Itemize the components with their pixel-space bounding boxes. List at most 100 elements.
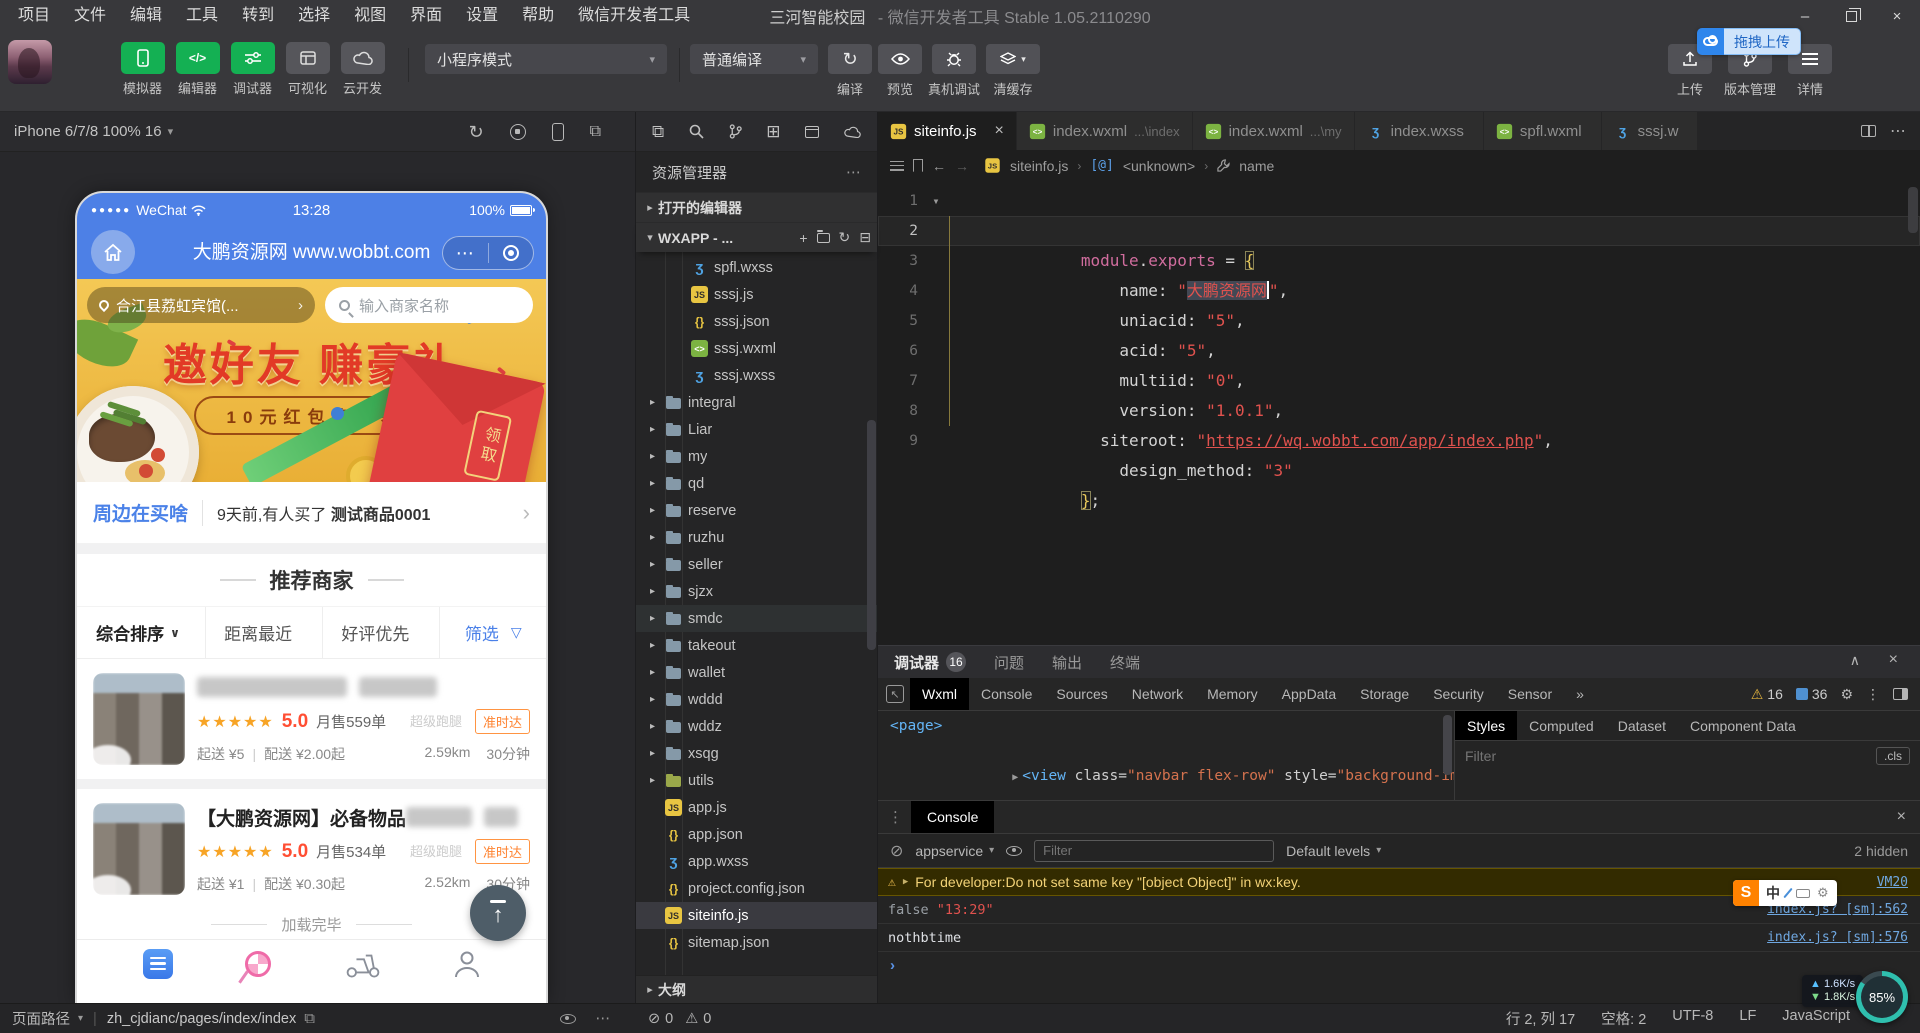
menu-item[interactable]: 转到 [230,0,286,32]
split-editor-icon[interactable] [1861,125,1876,137]
fold-icon[interactable] [926,366,946,396]
home-button[interactable] [91,230,135,274]
screenshot-icon[interactable]: ⧉ [590,124,601,140]
panel-tab[interactable]: 输出 [1052,652,1082,673]
grid-counter[interactable]: 36 [1796,686,1828,702]
collapse-panel-icon[interactable]: ∧ [1850,652,1860,669]
tree-item[interactable]: ▸ my [636,443,877,470]
tab-profile-icon[interactable] [454,950,480,978]
tree-item[interactable]: ▸ seller [636,551,877,578]
user-avatar[interactable] [8,40,52,84]
gear-icon[interactable]: ⚙ [1840,686,1853,703]
filter-tab[interactable]: 好评优先 [323,607,440,658]
breadcrumb-file[interactable]: siteinfo.js [1010,158,1068,174]
location-pill[interactable]: 合江县荔虹宾馆(... › [87,287,315,323]
tree-item[interactable]: siteinfo.js [636,902,877,929]
nearby-purchases-row[interactable]: 周边在买啥 9天前,有人买了 测试商品0001 › [77,482,546,544]
tree-item[interactable]: ▸ integral [636,389,877,416]
filter-tab[interactable]: 综合排序 ∨ [77,607,206,658]
record-icon[interactable] [489,245,534,261]
clear-console-icon[interactable]: ⊘ [890,841,903,861]
devtools-tab[interactable]: Storage [1348,678,1421,710]
new-folder-icon[interactable] [817,233,830,243]
promo-banner[interactable]: 合江县荔虹宾馆(... › 输入商家名称 邀好友 赚豪礼 10元红包等你领 [77,279,546,482]
bookmark-icon[interactable] [913,159,923,172]
cloud-dev-button[interactable]: 云开发 [338,42,387,97]
close-panel-icon[interactable]: × [1889,651,1898,669]
close-button[interactable]: × [1874,0,1920,32]
tree-item[interactable]: ▸ wddz [636,713,877,740]
menu-item[interactable]: 工具 [174,0,230,32]
new-file-icon[interactable]: + [799,230,807,246]
more-actions-icon[interactable]: ⋯ [1890,121,1906,141]
tree-item[interactable]: ▸ takeout [636,632,877,659]
inspect-element-icon[interactable]: ↖ [886,685,904,703]
styles-tab[interactable]: Styles [1455,711,1517,740]
code-editor[interactable]: 1 ▾ module.exports = { 2 name: "大鹏资源网", [878,181,1920,645]
tree-item[interactable]: sitemap.json [636,929,877,956]
menu-item[interactable]: 设置 [454,0,510,32]
devtools-tab[interactable]: Wxml [910,678,969,710]
expand-caret-icon[interactable]: ▶ [1012,772,1018,783]
compile-button[interactable]: ↻ 编译 [828,44,872,98]
menu-item[interactable]: 选择 [286,0,342,32]
styles-tab[interactable]: Computed [1517,711,1606,740]
tree-item[interactable]: ▸ smdc [636,605,877,632]
visual-toggle-button[interactable]: 可视化 [283,42,332,97]
styles-tab[interactable]: Component Data [1678,711,1808,740]
tree-item[interactable]: project.config.json [636,875,877,902]
editor-tab[interactable]: index.wxml ...\index [1017,112,1193,150]
tree-scrollbar[interactable] [867,420,876,650]
editor-tab[interactable]: siteinfo.js × [878,112,1017,150]
wxml-element-tree[interactable]: <page> ▶<view class="navbar flex-row" st… [878,711,1455,800]
netdisk-drag-upload-badge[interactable]: 拖拽上传 [1697,28,1801,55]
devtools-tab[interactable]: Sensor [1496,678,1564,710]
fold-icon[interactable] [926,426,946,456]
panel-tab[interactable]: 调试器 16 [894,652,966,673]
merchant-search-input[interactable]: 输入商家名称 [325,287,533,323]
tree-item[interactable]: ▸ Liar [636,416,877,443]
git-branch-icon[interactable] [729,124,742,139]
devtools-tab[interactable]: Network [1120,678,1195,710]
page-path-select[interactable]: 页面路径 [12,1008,70,1029]
tree-item[interactable]: ▸ utils [636,767,877,794]
restart-icon[interactable]: ↻ [468,123,483,141]
search-icon[interactable] [689,124,704,139]
filter-tab[interactable]: 筛选 ▽ [440,607,546,658]
fold-icon[interactable] [926,246,946,276]
source-link[interactable]: VM20 [1877,875,1908,890]
close-icon[interactable]: × [1897,808,1920,826]
devtools-tab[interactable]: AppData [1270,678,1348,710]
console-filter-input[interactable] [1034,840,1274,862]
memory-usage-badge[interactable]: 85% [1856,971,1908,1023]
merchant-card[interactable]: ★★★★★ 5.0 月售559单 超级跑腿准时达 起送 ¥5 [77,659,546,779]
compile-mode-select[interactable]: 普通编译▾ [690,44,818,74]
console-prompt[interactable]: › [878,952,1920,978]
tree-item[interactable]: sssj.wxml [636,335,877,362]
elements-scrollbar[interactable] [1443,715,1452,775]
fold-icon[interactable] [926,216,946,246]
forward-icon[interactable]: → [955,158,969,174]
menu-item[interactable]: 视图 [342,0,398,32]
tree-item[interactable]: app.json [636,821,877,848]
back-to-top-button[interactable]: ↑ [470,885,526,941]
devtools-tab[interactable]: Memory [1195,678,1270,710]
breadcrumb-symbol[interactable]: <unknown> [1123,158,1195,174]
tree-item[interactable]: sssj.json [636,308,877,335]
tab-home-icon[interactable] [143,949,173,979]
editor-toggle-button[interactable]: </> 编辑器 [173,42,222,97]
editor-scrollbar[interactable] [1908,187,1918,233]
fold-icon[interactable]: ▾ [926,186,946,216]
styles-tab[interactable]: Dataset [1606,711,1678,740]
menu-item[interactable]: 微信开发者工具 [566,0,702,32]
outline-section[interactable]: ▸ 大纲 [636,975,877,1003]
debugger-toggle-button[interactable]: 调试器 [228,42,277,97]
editor-tab[interactable]: index.wxml ...\my [1193,112,1355,150]
menu-item[interactable]: 项目 [6,0,62,32]
grid-icon[interactable]: ⊞ [766,122,780,142]
expand-caret-icon[interactable]: ▶ [903,877,908,887]
menu-item[interactable]: 文件 [62,0,118,32]
menu-item[interactable]: 编辑 [118,0,174,32]
close-icon[interactable]: × [995,122,1004,140]
tree-item[interactable]: spfl.wxss [636,254,877,281]
